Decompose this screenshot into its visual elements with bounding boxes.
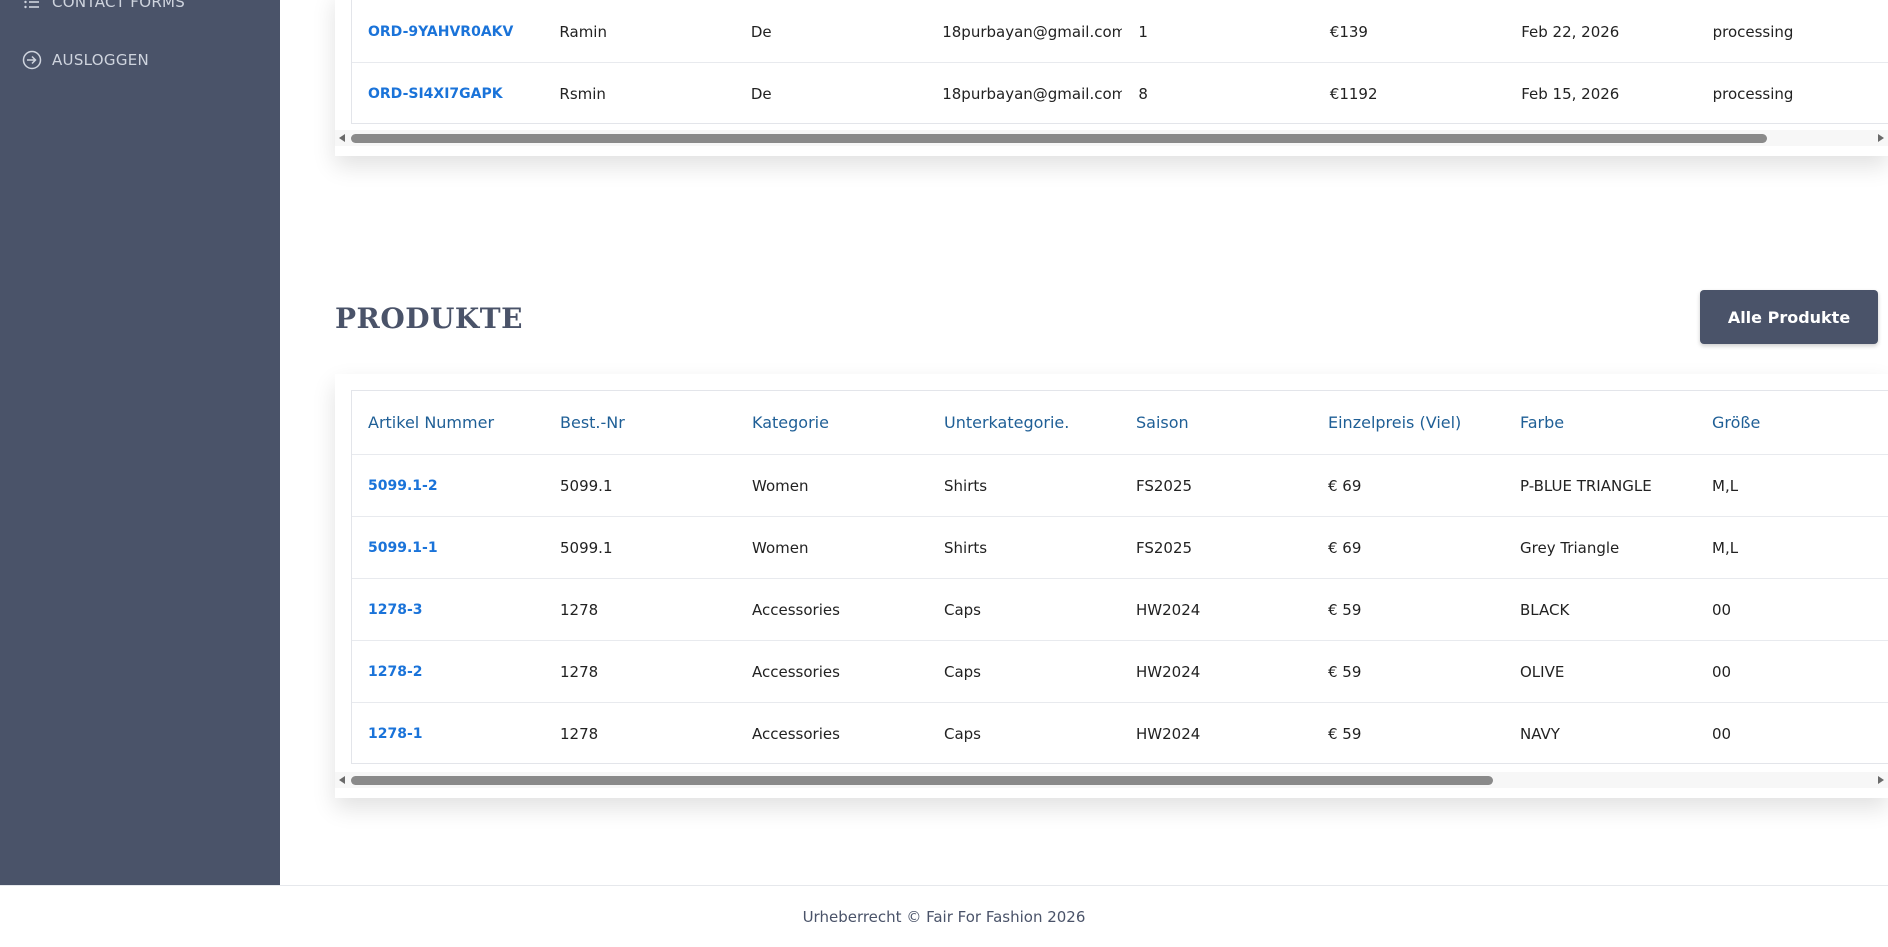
subcategory: Caps xyxy=(944,725,982,743)
column-header[interactable]: Kategorie xyxy=(736,413,928,432)
subcategory: Shirts xyxy=(944,476,988,495)
size: 00 xyxy=(1712,600,1732,619)
sidebar-item-label: AUSLOGGEN xyxy=(52,51,150,69)
unit-price: € 59 xyxy=(1328,725,1362,743)
order-firstname: Rsmin xyxy=(559,85,606,103)
orders-card: ORD-9YAHVR0AKV Ramin De 18purbayan@gmail… xyxy=(335,0,1888,156)
scrollbar-thumb[interactable] xyxy=(351,776,1493,785)
table-header-row: Artikel Nummer Best.-Nr Kategorie Unterk… xyxy=(352,391,1888,455)
subcategory: Caps xyxy=(944,662,982,681)
column-header[interactable]: Größe xyxy=(1696,413,1888,432)
table-row: ORD-SI4XI7GAPK Rsmin De 18purbayan@gmail… xyxy=(352,63,1888,123)
size: 00 xyxy=(1712,725,1732,743)
unit-price: € 69 xyxy=(1328,538,1362,557)
category: Accessories xyxy=(752,662,840,681)
table-row: 1278-1 1278 Accessories Caps HW2024 € 59… xyxy=(352,703,1888,763)
products-card: Artikel Nummer Best.-Nr Kategorie Unterk… xyxy=(335,374,1888,798)
footer: Urheberrecht © Fair For Fashion 2026 xyxy=(0,885,1888,947)
order-number: 1278 xyxy=(560,600,599,619)
order-number: 1278 xyxy=(560,662,599,681)
order-total: €139 xyxy=(1329,22,1368,41)
article-number-link[interactable]: 1278-2 xyxy=(352,664,544,680)
article-number-link[interactable]: 1278-1 xyxy=(352,726,544,742)
sidebar-item-label: CONTACT FORMS xyxy=(52,0,186,11)
size: 00 xyxy=(1712,662,1732,681)
copyright-text: Urheberrecht © Fair For Fashion 2026 xyxy=(802,907,1086,926)
color: P-BLUE TRIANGLE xyxy=(1520,476,1652,495)
sidebar-item-contact-forms[interactable]: CONTACT FORMS xyxy=(22,0,185,12)
order-quantity: 1 xyxy=(1138,22,1148,41)
order-id-link[interactable]: ORD-SI4XI7GAPK xyxy=(352,86,543,102)
logout-icon xyxy=(22,50,42,70)
unit-price: € 59 xyxy=(1328,662,1362,681)
scroll-left-arrow-icon[interactable] xyxy=(339,134,345,142)
scroll-right-arrow-icon[interactable] xyxy=(1878,134,1884,142)
column-header[interactable]: Best.-Nr xyxy=(544,413,736,432)
page-title: PRODUKTE xyxy=(335,302,523,335)
order-date: Feb 15, 2026 xyxy=(1521,85,1620,103)
article-number-link[interactable]: 5099.1-2 xyxy=(352,478,544,494)
order-firstname: Ramin xyxy=(559,22,607,41)
season: HW2024 xyxy=(1136,725,1201,743)
color: Grey Triangle xyxy=(1520,538,1620,557)
sidebar-item-logout[interactable]: AUSLOGGEN xyxy=(22,50,149,70)
order-email: 18purbayan@gmail.com xyxy=(942,85,1123,103)
table-row: ORD-9YAHVR0AKV Ramin De 18purbayan@gmail… xyxy=(352,1,1888,63)
order-total: €1192 xyxy=(1329,85,1378,103)
order-number: 5099.1 xyxy=(560,538,613,557)
order-status: processing xyxy=(1712,85,1794,103)
order-number: 1278 xyxy=(560,725,599,743)
column-header[interactable]: Unterkategorie. xyxy=(928,413,1120,432)
order-lastname: De xyxy=(750,85,772,103)
table-row: 5099.1-1 5099.1 Women Shirts FS2025 € 69… xyxy=(352,517,1888,579)
size: M,L xyxy=(1712,476,1739,495)
orders-table: ORD-9YAHVR0AKV Ramin De 18purbayan@gmail… xyxy=(351,0,1888,124)
category: Women xyxy=(752,476,809,495)
main-content: ORD-9YAHVR0AKV Ramin De 18purbayan@gmail… xyxy=(280,0,1888,885)
unit-price: € 59 xyxy=(1328,600,1362,619)
order-lastname: De xyxy=(750,22,772,41)
scrollbar-thumb[interactable] xyxy=(351,134,1767,143)
sidebar: CONTACT FORMS AUSLOGGEN xyxy=(0,0,280,885)
order-status: processing xyxy=(1712,22,1794,41)
subcategory: Caps xyxy=(944,600,982,619)
season: HW2024 xyxy=(1136,600,1201,619)
table-row: 5099.1-2 5099.1 Women Shirts FS2025 € 69… xyxy=(352,455,1888,517)
column-header[interactable]: Einzelpreis (Viel) xyxy=(1312,413,1504,432)
article-number-link[interactable]: 1278-3 xyxy=(352,602,544,618)
order-id-link[interactable]: ORD-9YAHVR0AKV xyxy=(352,24,543,40)
article-number-link[interactable]: 5099.1-1 xyxy=(352,540,544,556)
orders-horizontal-scrollbar[interactable] xyxy=(335,130,1888,146)
season: FS2025 xyxy=(1136,538,1193,557)
scroll-right-arrow-icon[interactable] xyxy=(1878,776,1884,784)
table-row: 1278-3 1278 Accessories Caps HW2024 € 59… xyxy=(352,579,1888,641)
list-icon xyxy=(22,0,42,12)
season: FS2025 xyxy=(1136,476,1193,495)
all-products-button[interactable]: Alle Produkte xyxy=(1700,290,1878,344)
order-number: 5099.1 xyxy=(560,476,613,495)
products-horizontal-scrollbar[interactable] xyxy=(335,772,1888,788)
column-header[interactable]: Farbe xyxy=(1504,413,1696,432)
category: Accessories xyxy=(752,725,840,743)
scroll-left-arrow-icon[interactable] xyxy=(339,776,345,784)
table-row: 1278-2 1278 Accessories Caps HW2024 € 59… xyxy=(352,641,1888,703)
column-header[interactable]: Saison xyxy=(1120,413,1312,432)
unit-price: € 69 xyxy=(1328,476,1362,495)
order-quantity: 8 xyxy=(1138,85,1148,103)
color: NAVY xyxy=(1520,725,1560,743)
size: M,L xyxy=(1712,538,1739,557)
color: BLACK xyxy=(1520,600,1570,619)
order-email: 18purbayan@gmail.com xyxy=(942,22,1123,41)
category: Women xyxy=(752,538,809,557)
order-date: Feb 22, 2026 xyxy=(1521,22,1620,41)
column-header[interactable]: Artikel Nummer xyxy=(352,413,544,432)
category: Accessories xyxy=(752,600,840,619)
color: OLIVE xyxy=(1520,662,1565,681)
subcategory: Shirts xyxy=(944,538,988,557)
products-table: Artikel Nummer Best.-Nr Kategorie Unterk… xyxy=(351,390,1888,764)
season: HW2024 xyxy=(1136,662,1201,681)
